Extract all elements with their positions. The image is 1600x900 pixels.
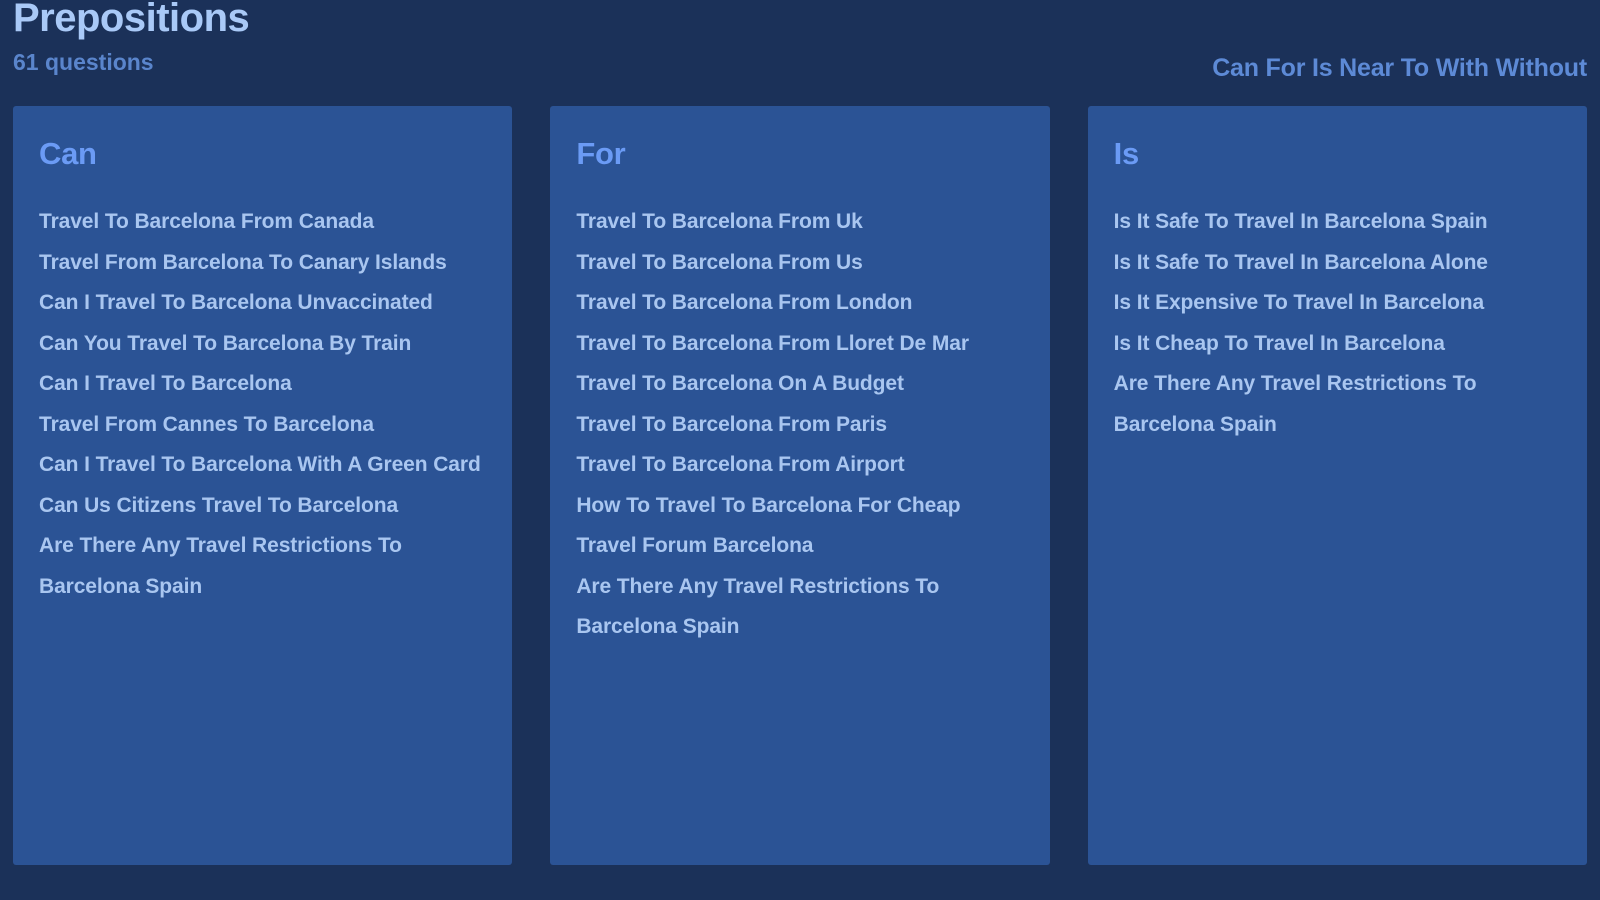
page-title: Prepositions bbox=[13, 0, 250, 40]
list-item[interactable]: Travel From Cannes To Barcelona bbox=[39, 405, 486, 446]
column-title: Can bbox=[39, 136, 97, 171]
list-item[interactable]: Travel To Barcelona From London bbox=[576, 283, 1023, 324]
column-title: For bbox=[576, 136, 626, 171]
prepositions-page: Prepositions 61 questions Can For Is Nea… bbox=[0, 0, 1600, 896]
list-item[interactable]: Is It Safe To Travel In Barcelona Spain bbox=[1114, 202, 1561, 243]
column-card-for: For Travel To Barcelona From Uk Travel T… bbox=[550, 106, 1050, 865]
list-item[interactable]: Is It Safe To Travel In Barcelona Alone bbox=[1114, 243, 1561, 284]
page-header: Prepositions 61 questions Can For Is Nea… bbox=[13, 0, 1587, 106]
list-item[interactable]: Can I Travel To Barcelona Unvaccinated bbox=[39, 283, 486, 324]
list-item[interactable]: Can I Travel To Barcelona bbox=[39, 364, 486, 405]
question-list: Travel To Barcelona From Uk Travel To Ba… bbox=[576, 202, 1023, 648]
list-item[interactable]: Can You Travel To Barcelona By Train bbox=[39, 324, 486, 365]
question-list: Is It Safe To Travel In Barcelona Spain … bbox=[1114, 202, 1561, 445]
list-item[interactable]: Are There Any Travel Restrictions To Bar… bbox=[576, 567, 1023, 648]
column-card-is: Is Is It Safe To Travel In Barcelona Spa… bbox=[1087, 106, 1587, 865]
list-item[interactable]: Travel Forum Barcelona bbox=[576, 526, 1023, 567]
question-columns: Can Travel To Barcelona From Canada Trav… bbox=[13, 106, 1587, 865]
column-card-can: Can Travel To Barcelona From Canada Trav… bbox=[13, 106, 513, 865]
list-item[interactable]: Are There Any Travel Restrictions To Bar… bbox=[1114, 364, 1561, 445]
list-item[interactable]: Can Us Citizens Travel To Barcelona bbox=[39, 486, 486, 527]
list-item[interactable]: How To Travel To Barcelona For Cheap bbox=[576, 486, 1023, 527]
list-item[interactable]: Travel To Barcelona From Us bbox=[576, 243, 1023, 284]
category-list: Can For Is Near To With Without bbox=[1212, 54, 1587, 82]
question-list: Travel To Barcelona From Canada Travel F… bbox=[39, 202, 486, 607]
column-title: Is bbox=[1113, 136, 1140, 171]
list-item[interactable]: Travel To Barcelona From Canada bbox=[39, 202, 486, 243]
list-item[interactable]: Travel To Barcelona From Airport bbox=[576, 445, 1023, 486]
list-item[interactable]: Travel To Barcelona From Lloret De Mar bbox=[576, 324, 1023, 365]
list-item[interactable]: Travel To Barcelona From Paris bbox=[576, 405, 1023, 446]
list-item[interactable]: Is It Cheap To Travel In Barcelona bbox=[1114, 324, 1561, 365]
list-item[interactable]: Can I Travel To Barcelona With A Green C… bbox=[39, 445, 486, 486]
list-item[interactable]: Travel From Barcelona To Canary Islands bbox=[39, 243, 486, 284]
list-item[interactable]: Are There Any Travel Restrictions To Bar… bbox=[39, 526, 486, 607]
list-item[interactable]: Travel To Barcelona On A Budget bbox=[576, 364, 1023, 405]
list-item[interactable]: Travel To Barcelona From Uk bbox=[576, 202, 1023, 243]
list-item[interactable]: Is It Expensive To Travel In Barcelona bbox=[1114, 283, 1561, 324]
